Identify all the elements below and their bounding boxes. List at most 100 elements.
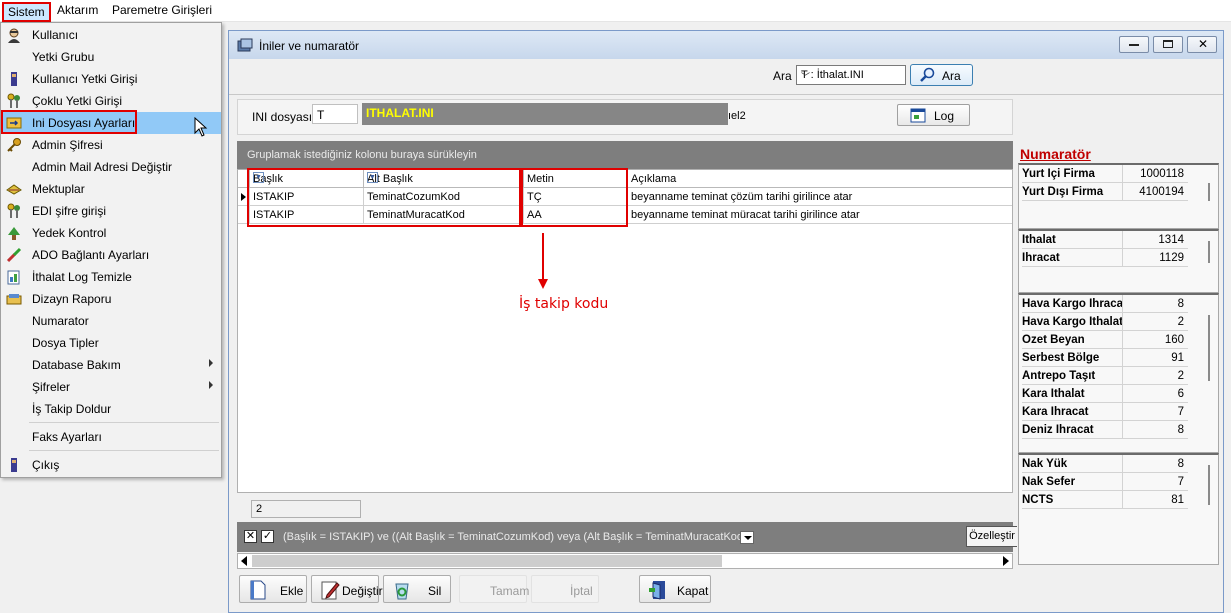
backup-icon bbox=[8, 227, 20, 240]
ini-name-suffix: ıel2 bbox=[728, 110, 746, 122]
menu-item-dizayn-raporu[interactable]: Dizayn Raporu bbox=[1, 288, 221, 310]
numerator-row[interactable]: NCTS 81 bbox=[1022, 491, 1188, 509]
numerator-row[interactable]: Hava Kargo İthalat 2 bbox=[1022, 313, 1188, 331]
group-by-bar[interactable]: Gruplamak istediğiniz kolonu buraya sürü… bbox=[237, 141, 1013, 169]
record-count: 2 bbox=[251, 500, 361, 518]
menu-item-coklu-yetki-girisi[interactable]: Çoklu Yetki Girişi bbox=[1, 90, 221, 112]
close-button[interactable]: ✕ bbox=[1187, 36, 1217, 53]
grid-header-aciklama[interactable]: Açıklama bbox=[628, 170, 1012, 188]
menu-aktarim[interactable]: Aktarım bbox=[57, 3, 98, 17]
degistir-button[interactable]: Değiştir bbox=[311, 575, 383, 603]
numerator-row[interactable]: Hava Kargo İhracat 8 bbox=[1022, 295, 1188, 313]
edit-pencil-icon bbox=[321, 581, 340, 600]
window-app-icon bbox=[237, 38, 253, 52]
sistem-dropdown-menu: Kullanıcı Yetki Grubu Kullanıcı Yetki Gi… bbox=[0, 22, 222, 478]
tamam-button[interactable]: Tamam bbox=[459, 575, 529, 603]
menu-item-mektuplar[interactable]: Mektuplar bbox=[1, 178, 221, 200]
scrollbar[interactable] bbox=[1208, 315, 1210, 381]
close-icon: ✕ bbox=[1198, 37, 1209, 51]
numerator-row[interactable]: Özet Beyan 160 bbox=[1022, 331, 1188, 349]
grid-cell[interactable]: beyanname teminat müracat tarihi girilin… bbox=[628, 206, 1012, 224]
submenu-arrow-icon bbox=[209, 381, 213, 389]
filter-bar: ✕ ✓ (Başlık = ISTAKIP) ve ((Alt Başlık =… bbox=[237, 522, 1018, 552]
kapat-button[interactable]: Kapat bbox=[639, 575, 711, 603]
exit-door-icon bbox=[649, 581, 665, 600]
clear-filter-icon[interactable]: ✕ bbox=[244, 530, 257, 543]
numerator-row[interactable]: Antrepo Taşıt 2 bbox=[1022, 367, 1188, 385]
mouse-cursor-icon bbox=[194, 117, 208, 137]
menu-sistem[interactable]: Sistem bbox=[2, 2, 51, 22]
numerator-row[interactable]: Deniz İhracat 8 bbox=[1022, 421, 1188, 439]
menu-parametre-girisleri[interactable]: Paremetre Girişleri bbox=[112, 3, 212, 17]
scrollbar[interactable] bbox=[1208, 183, 1210, 201]
sil-button[interactable]: Sil bbox=[383, 575, 451, 603]
numerator-row[interactable]: Nak Yük 8 bbox=[1022, 455, 1188, 473]
menu-item-ithalat-log-temizle[interactable]: İthalat Log Temizle bbox=[1, 266, 221, 288]
divider bbox=[229, 94, 1223, 95]
customize-button[interactable]: Özelleştir bbox=[966, 526, 1018, 547]
grid-cell[interactable]: beyanname teminat çözüm tarihi girilince… bbox=[628, 188, 1012, 206]
horizontal-scrollbar[interactable] bbox=[237, 553, 1013, 569]
minimize-icon bbox=[1129, 44, 1139, 46]
filter-text: (Başlık = ISTAKIP) ve ((Alt Başlık = Tem… bbox=[283, 531, 751, 543]
keys-icon bbox=[7, 93, 20, 108]
numerator-group-firma: Yurt İçi Firma 1000118 Yurt Dışı Firma 410… bbox=[1018, 163, 1219, 229]
scroll-right-icon[interactable] bbox=[1003, 556, 1009, 566]
menu-item-dosya-tipler[interactable]: Dosya Tipler bbox=[1, 332, 221, 354]
search-label: Ara bbox=[773, 69, 792, 83]
filter-enabled-checkbox[interactable]: ✓ bbox=[261, 530, 274, 543]
numerator-row[interactable]: Kara İhracat 7 bbox=[1022, 403, 1188, 421]
window-titlebar: İniler ve numaratör ✕ bbox=[229, 31, 1223, 59]
minimize-button[interactable] bbox=[1119, 36, 1149, 53]
menu-bar: Sistem Aktarım Paremetre Girişleri bbox=[0, 0, 1231, 22]
ini-name-field: ITHALAT.INI bbox=[362, 103, 728, 125]
scroll-left-icon[interactable] bbox=[241, 556, 247, 566]
menu-item-yetki-grubu[interactable]: Yetki Grubu bbox=[1, 46, 221, 68]
menu-item-ado-baglanti-ayarlari[interactable]: ADO Bağlantı Ayarları bbox=[1, 244, 221, 266]
chevron-down-icon: ﹀ bbox=[801, 72, 811, 82]
menu-item-sifreler[interactable]: Şifreler bbox=[1, 376, 221, 398]
filter-dropdown-button[interactable] bbox=[740, 531, 754, 544]
scrollbar[interactable] bbox=[1208, 465, 1210, 505]
menu-item-faks-ayarlari[interactable]: Faks Ayarları bbox=[1, 426, 221, 448]
report-icon bbox=[6, 294, 22, 305]
numerator-panel: Numaratör Yurt İçi Firma 1000118 Yurt Dış… bbox=[1017, 135, 1221, 565]
numerator-row[interactable]: Nak Sefer 7 bbox=[1022, 473, 1188, 491]
menu-item-edi-sifre-girisi[interactable]: EDI şifre girişi bbox=[1, 200, 221, 222]
numerator-row[interactable]: Yurt İçi Firma 1000118 bbox=[1022, 165, 1188, 183]
menu-item-admin-sifresi[interactable]: Admin Şifresi bbox=[1, 134, 221, 156]
scroll-thumb[interactable] bbox=[252, 555, 722, 567]
log-clean-icon bbox=[7, 270, 20, 285]
iptal-button[interactable]: İptal bbox=[531, 575, 599, 603]
numerator-row[interactable]: Yurt Dışı Firma 4100194 bbox=[1022, 183, 1188, 201]
user-icon bbox=[8, 28, 20, 43]
maximize-button[interactable] bbox=[1153, 36, 1183, 53]
search-button[interactable]: Ara bbox=[910, 64, 973, 86]
keys-icon bbox=[7, 203, 20, 218]
highlight-box-metin-column bbox=[521, 168, 628, 227]
search-row: Ara T : İthalat.INI ﹀ Ara bbox=[229, 59, 1223, 93]
menu-item-kullanici[interactable]: Kullanıcı bbox=[1, 24, 221, 46]
menu-item-database-bakim[interactable]: Database Bakım bbox=[1, 354, 221, 376]
key-icon bbox=[7, 138, 21, 152]
add-document-icon bbox=[250, 580, 266, 600]
ini-code-input[interactable]: T bbox=[312, 104, 358, 124]
ini-select[interactable]: T : İthalat.INI ﹀ bbox=[796, 65, 906, 85]
menu-item-yedek-kontrol[interactable]: Yedek Kontrol bbox=[1, 222, 221, 244]
menu-item-kullanici-yetki-girisi[interactable]: Kullanıcı Yetki Girişi bbox=[1, 68, 221, 90]
numerator-row[interactable]: Serbest Bölge 91 bbox=[1022, 349, 1188, 367]
numerator-row[interactable]: İhracat 1129 bbox=[1022, 249, 1188, 267]
numerator-row[interactable]: İthalat 1314 bbox=[1022, 231, 1188, 249]
ekle-button[interactable]: Ekle bbox=[239, 575, 307, 603]
highlight-box-baslik-columns bbox=[247, 168, 521, 227]
menu-item-admin-mail-adresi-degistir[interactable]: Admin Mail Adresi Değiştir bbox=[1, 156, 221, 178]
window-title: İniler ve numaratör bbox=[259, 39, 360, 53]
numerator-row[interactable]: Kara İthalat 6 bbox=[1022, 385, 1188, 403]
scrollbar[interactable] bbox=[1208, 241, 1210, 263]
submenu-arrow-icon bbox=[209, 359, 213, 367]
menu-item-cikis[interactable]: Çıkış bbox=[1, 454, 221, 476]
search-icon bbox=[920, 67, 935, 82]
menu-item-numarator[interactable]: Numarator bbox=[1, 310, 221, 332]
menu-item-is-takip-doldur[interactable]: İş Takip Doldur bbox=[1, 398, 221, 420]
log-button[interactable]: Log bbox=[897, 104, 970, 126]
